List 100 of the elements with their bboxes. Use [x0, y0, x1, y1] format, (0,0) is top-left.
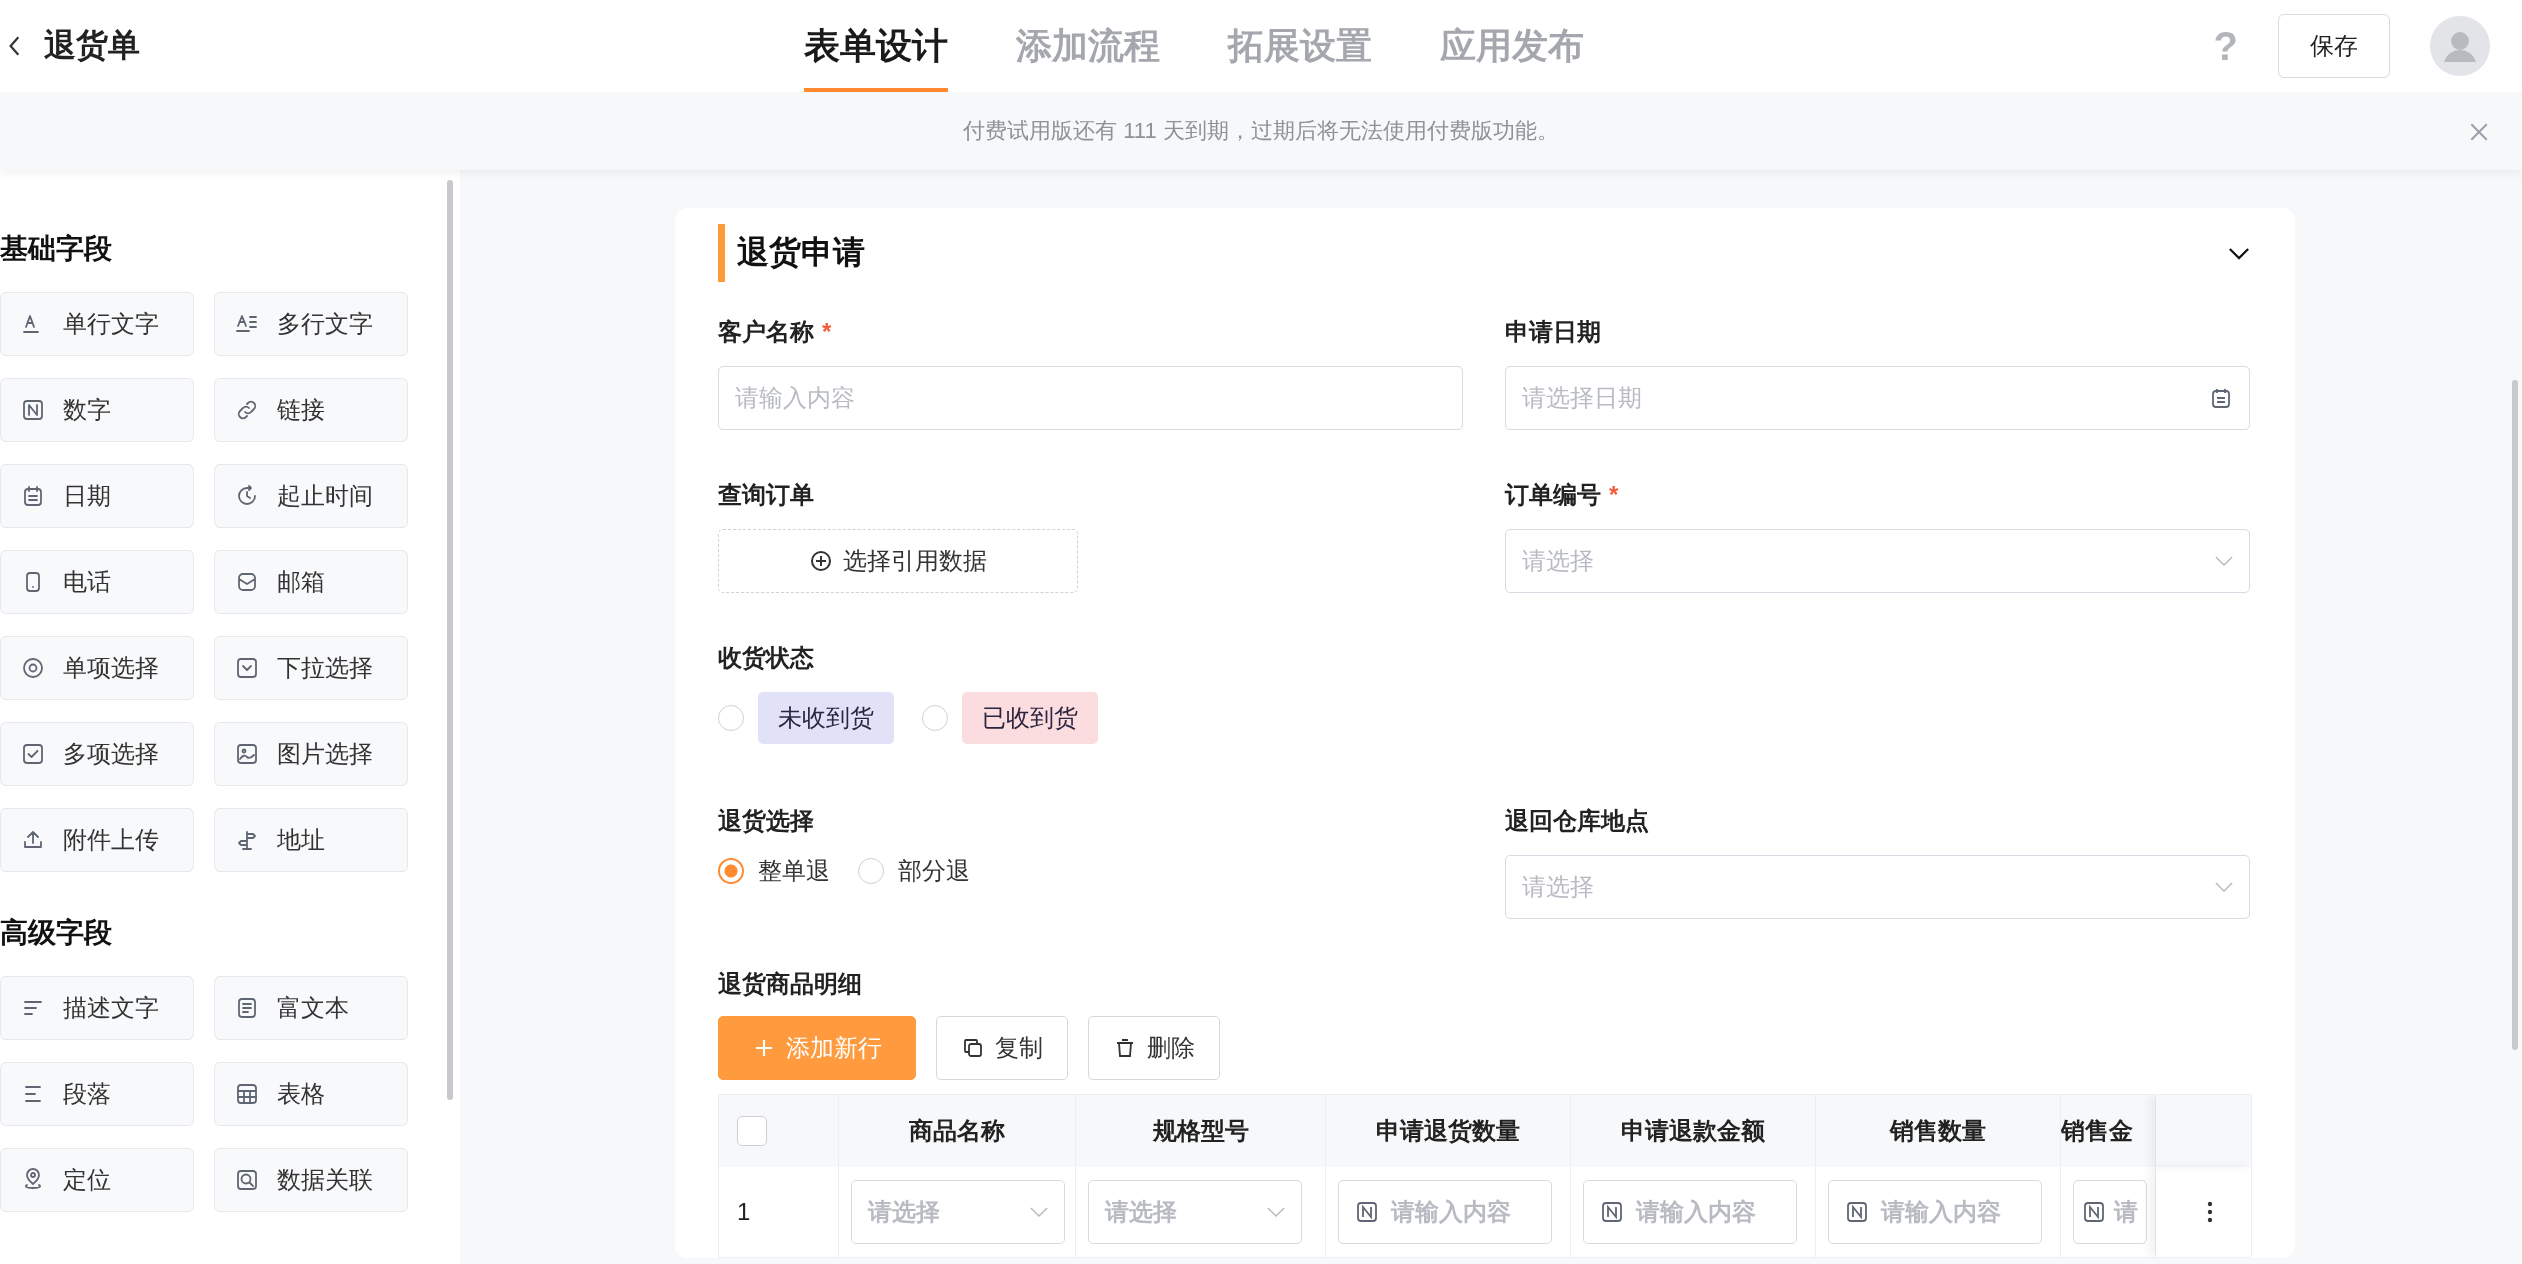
section-title: 退货申请 — [737, 233, 865, 272]
tile-label: 数据关联 — [277, 1165, 373, 1195]
avatar-icon[interactable] — [2430, 16, 2490, 76]
delete-button[interactable]: 删除 — [1088, 1016, 1220, 1080]
field-tile[interactable]: 链接 — [214, 378, 408, 442]
more-icon[interactable] — [2206, 1200, 2213, 1224]
checkbox[interactable] — [737, 1116, 767, 1146]
field-label: 退货商品明细 — [718, 969, 863, 999]
field-tile[interactable]: 下拉选择 — [214, 636, 408, 700]
data-link-icon — [235, 1168, 259, 1192]
date-icon — [21, 484, 45, 508]
tile-label: 电话 — [63, 567, 111, 597]
tile-label: 地址 — [277, 825, 325, 855]
calendar-icon — [2209, 386, 2233, 410]
link-icon — [235, 398, 259, 422]
field-tile[interactable]: 数字 — [0, 378, 194, 442]
rich-text-icon — [235, 996, 259, 1020]
radio-button[interactable] — [718, 705, 744, 731]
field-label: 收货状态 — [718, 643, 815, 673]
caret-icon — [1267, 1206, 1285, 1218]
field-tile[interactable]: 多项选择 — [0, 722, 194, 786]
column-header: 销售数量 — [1816, 1095, 2061, 1167]
field-label: 订单编号 * — [1505, 480, 1620, 510]
tile-label: 附件上传 — [63, 825, 159, 855]
field-tile[interactable]: 起止时间 — [214, 464, 408, 528]
radio-button[interactable] — [922, 705, 948, 731]
accent-bar — [718, 224, 725, 282]
status-tag: 已收到货 — [962, 692, 1098, 744]
field-tile[interactable]: 日期 — [0, 464, 194, 528]
tile-label: 表格 — [277, 1079, 325, 1109]
column-header: 规格型号 — [1076, 1095, 1326, 1167]
tile-label: 图片选择 — [277, 739, 373, 769]
tile-label: 定位 — [63, 1165, 111, 1195]
field-tile[interactable]: 单项选择 — [0, 636, 194, 700]
option-label: 部分退 — [898, 856, 970, 886]
tile-label: 日期 — [63, 481, 111, 511]
tile-label: 数字 — [63, 395, 111, 425]
field-tile[interactable]: 邮箱 — [214, 550, 408, 614]
field-tile[interactable]: 单行文字 — [0, 292, 194, 356]
scrollbar[interactable] — [447, 180, 453, 1100]
row-number: 1 — [737, 1198, 751, 1226]
group-title: 高级字段 — [0, 916, 113, 950]
tile-label: 邮箱 — [277, 567, 325, 597]
tile-label: 段落 — [63, 1079, 111, 1109]
option-label: 整单退 — [758, 856, 830, 886]
close-icon[interactable] — [2468, 121, 2490, 143]
field-tile[interactable]: 图片选择 — [214, 722, 408, 786]
chevron-down-icon[interactable] — [2228, 246, 2250, 260]
image-icon — [235, 742, 259, 766]
number-icon — [2082, 1200, 2106, 1224]
form-title: 退货单 — [44, 26, 140, 65]
number-icon — [21, 398, 45, 422]
radio-icon — [21, 656, 45, 680]
field-tile[interactable]: 数据关联 — [214, 1148, 408, 1212]
field-tile[interactable]: 富文本 — [214, 976, 408, 1040]
number-icon — [1845, 1200, 1869, 1224]
input-field[interactable]: 请输入内容 — [718, 366, 1463, 430]
caret-icon — [2215, 881, 2233, 893]
group-title: 基础字段 — [0, 232, 113, 266]
copy-icon — [961, 1036, 985, 1060]
radio-button[interactable] — [718, 858, 744, 884]
column-header: 申请退款金额 — [1571, 1095, 1816, 1167]
tile-label: 下拉选择 — [277, 653, 373, 683]
field-tile[interactable]: 多行文字 — [214, 292, 408, 356]
scrollbar[interactable] — [2512, 380, 2518, 1050]
field-tile[interactable]: 地址 — [214, 808, 408, 872]
caret-icon — [2215, 555, 2233, 567]
back-icon[interactable] — [8, 35, 22, 57]
dropdown-icon — [235, 656, 259, 680]
plus-circle-icon — [809, 549, 833, 573]
tile-label: 单行文字 — [63, 309, 159, 339]
tile-label: 起止时间 — [277, 481, 373, 511]
save-button[interactable]: 保存 — [2278, 14, 2390, 78]
select-data-button[interactable]: 选择引用数据 — [718, 529, 1078, 593]
field-label: 申请日期 — [1505, 317, 1602, 347]
status-tag: 未收到货 — [758, 692, 894, 744]
column-header: 申请退货数量 — [1326, 1095, 1571, 1167]
tile-label: 描述文字 — [63, 993, 159, 1023]
field-label: 退回仓库地点 — [1505, 806, 1650, 836]
field-tile[interactable]: 附件上传 — [0, 808, 194, 872]
field-tile[interactable]: 表格 — [214, 1062, 408, 1126]
field-tile[interactable]: 描述文字 — [0, 976, 194, 1040]
number-icon — [1355, 1200, 1379, 1224]
column-header: 商品名称 — [839, 1095, 1076, 1167]
field-tile[interactable]: 电话 — [0, 550, 194, 614]
caret-icon — [1030, 1206, 1048, 1218]
tile-label: 多行文字 — [277, 309, 373, 339]
field-tile[interactable]: 定位 — [0, 1148, 194, 1212]
field-label: 查询订单 — [718, 480, 815, 510]
number-icon — [1600, 1200, 1624, 1224]
address-icon — [235, 828, 259, 852]
time-range-icon — [235, 484, 259, 508]
email-icon — [235, 570, 259, 594]
checkbox-icon — [21, 742, 45, 766]
radio-button[interactable] — [858, 858, 884, 884]
field-label: 客户名称 * — [718, 317, 833, 347]
tile-label: 多项选择 — [63, 739, 159, 769]
field-tile[interactable]: 段落 — [0, 1062, 194, 1126]
tile-label: 富文本 — [277, 993, 349, 1023]
copy-button[interactable]: 复制 — [936, 1016, 1068, 1080]
